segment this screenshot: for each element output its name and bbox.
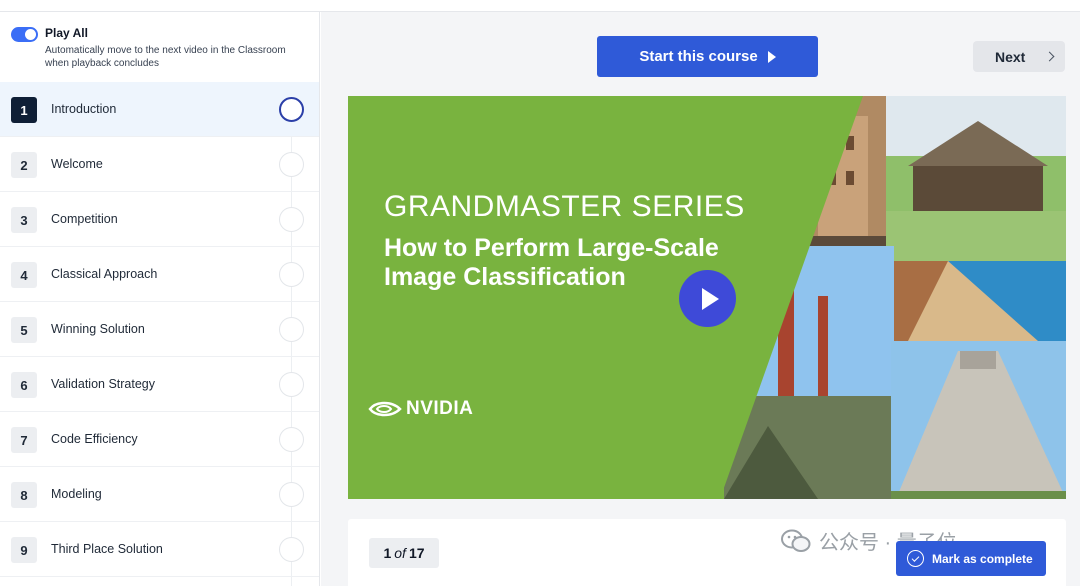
lesson-number: 4 bbox=[11, 262, 37, 288]
progress-circle-icon bbox=[279, 427, 304, 452]
lesson-sidebar: Play All Automatically move to the next … bbox=[0, 12, 320, 586]
mark-complete-label: Mark as complete bbox=[932, 551, 1033, 566]
top-bar bbox=[0, 0, 1080, 12]
start-course-button[interactable]: Start this course bbox=[597, 36, 818, 77]
mark-complete-button[interactable]: Mark as complete bbox=[896, 541, 1046, 576]
wechat-icon bbox=[781, 529, 811, 552]
pager-current: 1 bbox=[383, 545, 392, 561]
lesson-title: Code Efficiency bbox=[51, 432, 138, 446]
lesson-item[interactable]: 4 Classical Approach bbox=[0, 247, 319, 302]
lesson-title: Modeling bbox=[51, 487, 102, 501]
progress-circle-icon bbox=[279, 97, 304, 122]
lesson-item[interactable]: 7 Code Efficiency bbox=[0, 412, 319, 467]
play-button[interactable] bbox=[679, 270, 736, 327]
lesson-number: 8 bbox=[11, 482, 37, 508]
lesson-number: 9 bbox=[11, 537, 37, 563]
next-label: Next bbox=[995, 48, 1026, 65]
lesson-title: Winning Solution bbox=[51, 322, 145, 336]
lesson-number: 7 bbox=[11, 427, 37, 453]
lesson-title: Classical Approach bbox=[51, 267, 158, 281]
lesson-list: 1 Introduction 2 Welcome 3 Competition 4… bbox=[0, 82, 319, 577]
lesson-title: Third Place Solution bbox=[51, 542, 163, 556]
video-player[interactable]: GRANDMASTER SERIES How to Perform Large-… bbox=[348, 96, 1066, 499]
play-all-toggle[interactable] bbox=[11, 27, 38, 42]
lesson-title: Validation Strategy bbox=[51, 377, 155, 391]
lesson-item[interactable]: 3 Competition bbox=[0, 192, 319, 247]
play-icon bbox=[701, 287, 719, 310]
main-content: Start this course Next GRANDMASTER SERIE… bbox=[321, 12, 1080, 586]
progress-circle-icon bbox=[279, 537, 304, 562]
lesson-number: 2 bbox=[11, 152, 37, 178]
progress-circle-icon bbox=[279, 317, 304, 342]
lesson-title: Introduction bbox=[51, 102, 117, 116]
nvidia-logo: NVIDIA bbox=[368, 398, 473, 420]
progress-circle-icon bbox=[279, 372, 304, 397]
lesson-item[interactable]: 9 Third Place Solution bbox=[0, 522, 319, 577]
pager-total: 17 bbox=[408, 545, 425, 561]
lesson-item[interactable]: 2 Welcome bbox=[0, 137, 319, 192]
lesson-number: 3 bbox=[11, 207, 37, 233]
nvidia-eye-icon bbox=[368, 401, 402, 417]
progress-circle-icon bbox=[279, 482, 304, 507]
chevron-right-icon bbox=[1044, 51, 1055, 62]
lesson-item[interactable]: 5 Winning Solution bbox=[0, 302, 319, 357]
lesson-title: Welcome bbox=[51, 157, 103, 171]
series-title: GRANDMASTER SERIES bbox=[384, 190, 745, 223]
pager-of: of bbox=[394, 545, 406, 561]
start-course-label: Start this course bbox=[639, 48, 758, 65]
play-all-section: Play All Automatically move to the next … bbox=[0, 12, 319, 80]
progress-circle-icon bbox=[279, 152, 304, 177]
play-all-description: Automatically move to the next video in … bbox=[45, 45, 286, 69]
lesson-pager: 1 of 17 bbox=[369, 538, 439, 568]
next-button[interactable]: Next bbox=[973, 41, 1065, 72]
play-arrow-icon bbox=[767, 50, 776, 63]
lesson-item[interactable]: 1 Introduction bbox=[0, 82, 319, 137]
play-all-title: Play All bbox=[45, 26, 88, 40]
brand-name: NVIDIA bbox=[406, 398, 474, 419]
lesson-number: 5 bbox=[11, 317, 37, 343]
check-circle-icon bbox=[907, 550, 924, 567]
lesson-item[interactable]: 8 Modeling bbox=[0, 467, 319, 522]
toggle-knob bbox=[25, 29, 36, 40]
lesson-title: Competition bbox=[51, 212, 118, 226]
lesson-number: 1 bbox=[11, 97, 37, 123]
progress-circle-icon bbox=[279, 262, 304, 287]
progress-circle-icon bbox=[279, 207, 304, 232]
lesson-item[interactable]: 6 Validation Strategy bbox=[0, 357, 319, 412]
lesson-number: 6 bbox=[11, 372, 37, 398]
